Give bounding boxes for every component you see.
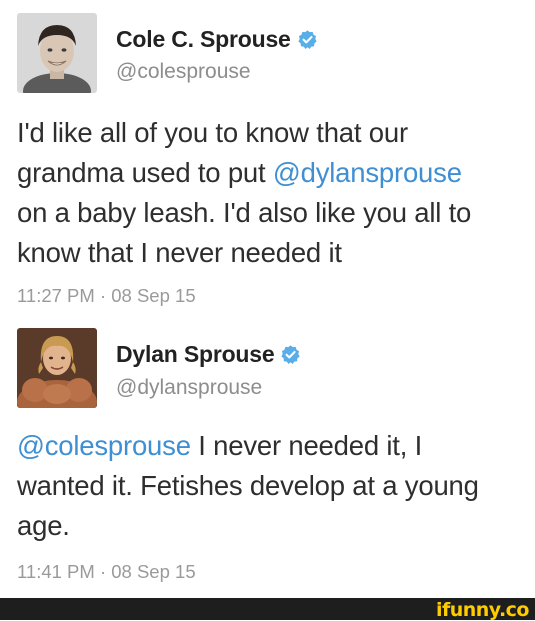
avatar-dylan[interactable]	[17, 328, 97, 408]
tweet-text-segment: wanted it. Fetishes develop at a young	[17, 470, 479, 501]
tweet-cole: Cole C. Sprouse @colesprouse I'd like al…	[0, 0, 535, 312]
mention-link[interactable]: @colesprouse	[17, 430, 191, 461]
handle-dylan[interactable]: @dylansprouse	[116, 376, 262, 400]
tweet-timestamp[interactable]: 11:41 PM · 08 Sep 15	[17, 561, 196, 583]
avatar-cole-image	[17, 13, 97, 93]
tweet-text-line: wanted it. Fetishes develop at a young	[17, 466, 522, 506]
avatar-dylan-image	[17, 328, 97, 408]
tweet-text-segment: I'd like all of you to know that our	[17, 117, 408, 148]
tweet-text-line: I'd like all of you to know that our	[17, 113, 522, 153]
footer-bar: ifunny.co	[0, 598, 535, 621]
tweet-dylan: Dylan Sprouse @dylansprouse @colesprouse…	[0, 312, 535, 598]
verified-badge-icon	[281, 344, 301, 364]
handle-cole[interactable]: @colesprouse	[116, 60, 251, 84]
tweet-text-line: age.	[17, 506, 522, 546]
display-name-cole[interactable]: Cole C. Sprouse	[116, 26, 291, 53]
verified-badge-icon	[298, 29, 317, 49]
tweet-text-segment: age.	[17, 510, 70, 541]
author-row-dylan: Dylan Sprouse	[116, 339, 301, 369]
author-row-cole: Cole C. Sprouse	[116, 24, 318, 54]
tweet-text-segment: grandma used to put	[17, 157, 273, 188]
mention-link[interactable]: @dylansprouse	[273, 157, 462, 188]
tweet-text-segment: know that I never needed it	[17, 237, 342, 268]
tweet-text-line: on a baby leash. I'd also like you all t…	[17, 193, 522, 233]
tweet-text-segment: on a baby leash. I'd also like you all t…	[17, 197, 472, 228]
tweet-body: @colesprouse I never needed it, I wanted …	[17, 426, 522, 546]
tweet-text-line: @colesprouse I never needed it, I	[17, 426, 522, 466]
tweet-body: I'd like all of you to know that our gran…	[17, 113, 522, 273]
tweet-text-line: grandma used to put @dylansprouse	[17, 153, 522, 193]
avatar-cole[interactable]	[17, 13, 97, 93]
tweet-text-line: know that I never needed it	[17, 233, 522, 273]
tweet-timestamp[interactable]: 11:27 PM · 08 Sep 15	[17, 285, 196, 307]
ifunny-watermark: ifunny.co	[435, 599, 530, 621]
display-name-dylan[interactable]: Dylan Sprouse	[116, 341, 275, 368]
tweet-text-segment: I never needed it, I	[190, 430, 423, 461]
